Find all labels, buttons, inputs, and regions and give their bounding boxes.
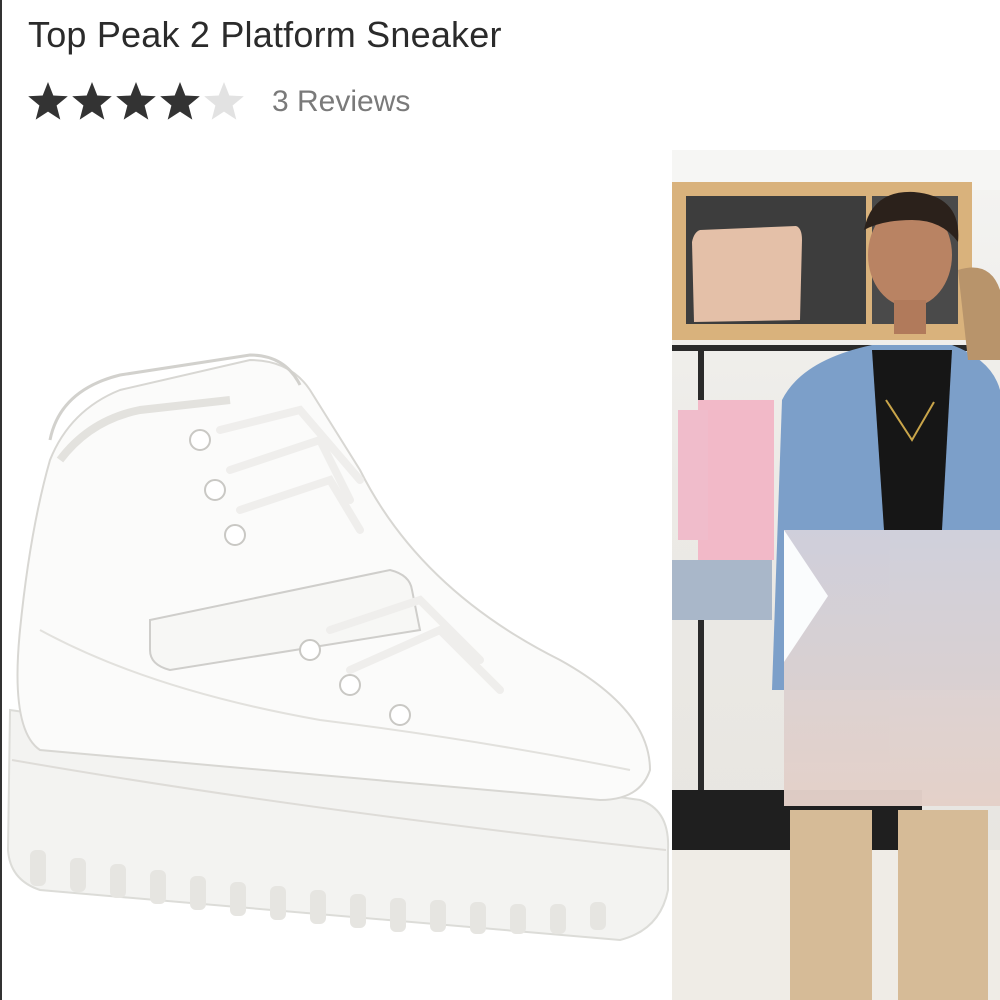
- star-icon: [116, 82, 156, 120]
- product-rating[interactable]: 3 Reviews: [26, 78, 410, 126]
- star-icon: [160, 82, 200, 120]
- video-play-overlay[interactable]: [784, 530, 1000, 806]
- product-title: Top Peak 2 Platform Sneaker: [28, 14, 502, 55]
- play-icon[interactable]: [784, 530, 828, 662]
- rating-stars: [26, 80, 246, 124]
- product-image[interactable]: [0, 330, 680, 980]
- star-icon: [28, 82, 68, 120]
- star-icon: [72, 82, 112, 120]
- reviews-link[interactable]: 3 Reviews: [272, 85, 410, 119]
- star-icon: [204, 82, 244, 120]
- white-platform-sneaker-image: [6, 353, 670, 942]
- product-video[interactable]: [672, 150, 1000, 1000]
